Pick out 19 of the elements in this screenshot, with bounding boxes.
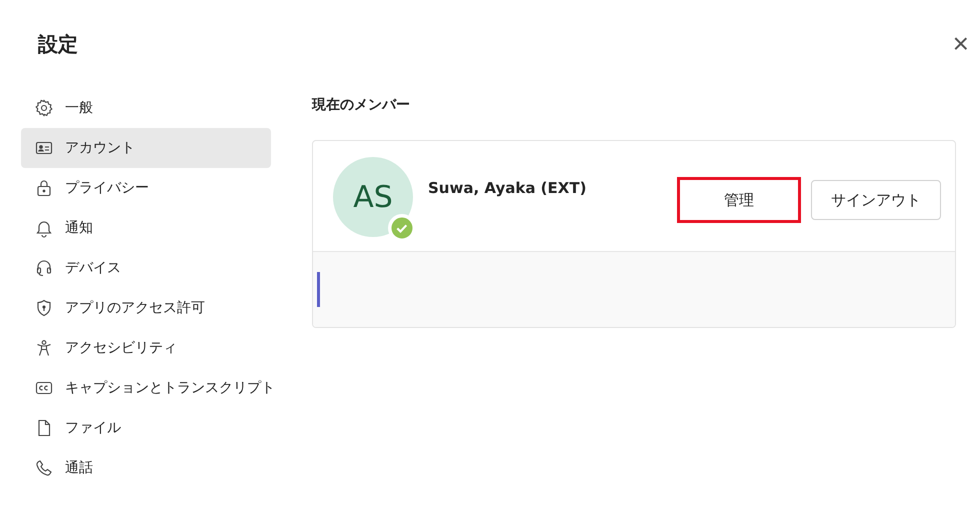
section-heading: 現在のメンバー: [312, 96, 411, 115]
sidebar-item[interactable]: アプリのアクセス許可: [21, 288, 271, 328]
manage-button[interactable]: 管理: [677, 177, 801, 223]
close-button[interactable]: ×: [952, 30, 969, 58]
sidebar-item[interactable]: キャプションとトランスクリプト: [21, 368, 271, 408]
phone-icon: [34, 458, 54, 478]
sidebar-item[interactable]: アカウント: [21, 128, 271, 168]
sidebar-item[interactable]: デバイス: [21, 248, 271, 288]
account-name: Suwa, Ayaka (EXT): [428, 179, 588, 197]
sign-out-button[interactable]: サインアウト: [811, 180, 941, 220]
sidebar-item[interactable]: 通話: [21, 448, 271, 488]
sidebar-item[interactable]: アクセシビリティ: [21, 328, 271, 368]
headset-icon: [34, 258, 54, 278]
window-title: 設定: [38, 30, 78, 58]
sidebar-item[interactable]: 通知: [21, 208, 271, 248]
sidebar-item[interactable]: 一般: [21, 88, 271, 128]
sidebar-item[interactable]: プライバシー: [21, 168, 271, 208]
sidebar-item[interactable]: ファイル: [21, 408, 271, 448]
settings-icon: [34, 98, 54, 118]
